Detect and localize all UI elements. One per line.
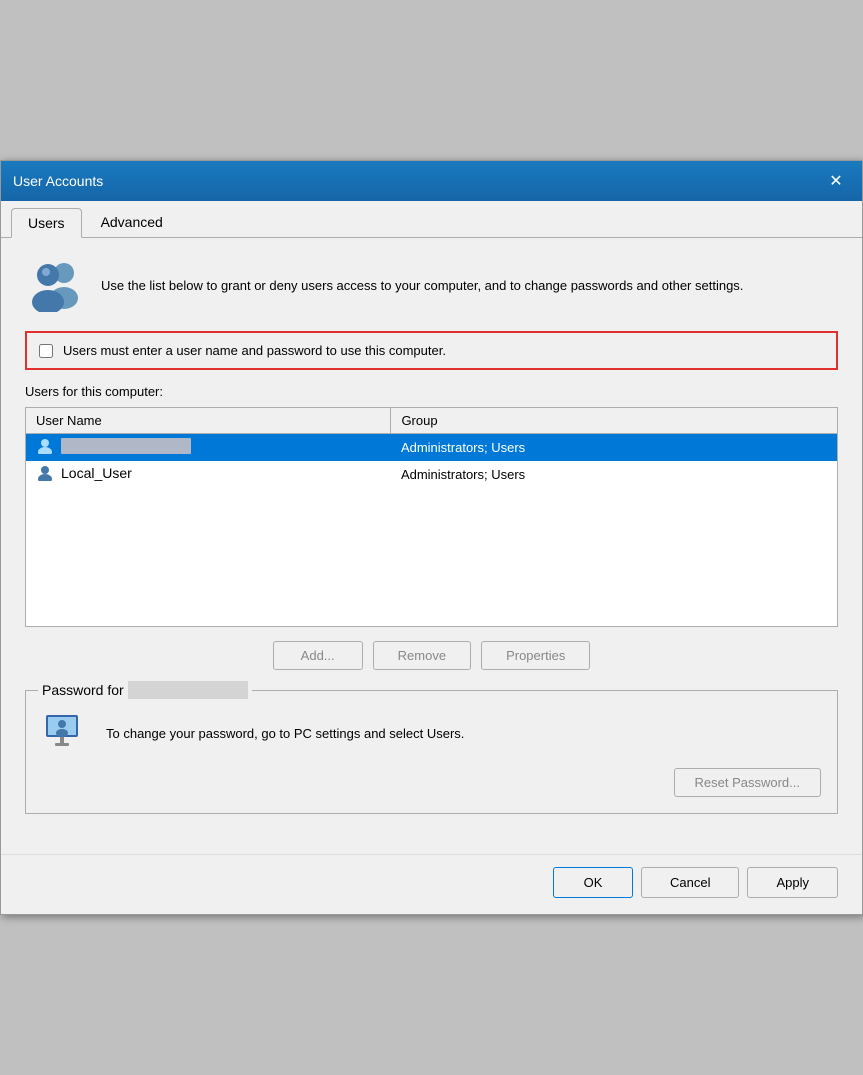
checkbox-label[interactable]: Users must enter a user name and passwor… bbox=[63, 343, 446, 358]
username-cell bbox=[26, 434, 391, 462]
users-graphic bbox=[26, 260, 84, 312]
table-row-empty bbox=[26, 536, 837, 560]
password-label-prefix: Password for bbox=[42, 682, 124, 698]
description-area: Use the list below to grant or deny user… bbox=[25, 258, 838, 313]
table-row-empty bbox=[26, 488, 837, 512]
col-username: User Name bbox=[26, 408, 391, 434]
password-description-text: To change your password, go to PC settin… bbox=[106, 724, 464, 744]
username-text: Local_User bbox=[61, 465, 132, 481]
table-row-empty bbox=[26, 560, 837, 584]
properties-button[interactable]: Properties bbox=[481, 641, 590, 670]
table-row-empty bbox=[26, 584, 837, 608]
table-row[interactable]: Administrators; Users bbox=[26, 434, 837, 462]
hidden-username bbox=[61, 438, 191, 454]
row-user-icon bbox=[36, 465, 54, 481]
users-table: User Name Group bbox=[26, 408, 837, 608]
tab-bar: Users Advanced bbox=[1, 201, 862, 238]
user-action-buttons: Add... Remove Properties bbox=[25, 641, 838, 670]
remove-button[interactable]: Remove bbox=[373, 641, 471, 670]
checkbox-container: Users must enter a user name and passwor… bbox=[25, 331, 838, 370]
window-title: User Accounts bbox=[13, 173, 103, 189]
col-group: Group bbox=[391, 408, 837, 434]
apply-button[interactable]: Apply bbox=[747, 867, 838, 898]
group-cell: Administrators; Users bbox=[391, 434, 837, 462]
description-text: Use the list below to grant or deny user… bbox=[101, 276, 743, 296]
password-legend: Password for bbox=[38, 681, 252, 699]
password-username-hidden bbox=[128, 681, 248, 699]
must-enter-checkbox[interactable] bbox=[39, 344, 53, 358]
password-content: To change your password, go to PC settin… bbox=[42, 711, 821, 756]
password-section: Password for bbox=[25, 690, 838, 814]
group-cell: Administrators; Users bbox=[391, 461, 837, 488]
users-table-wrapper: User Name Group bbox=[25, 407, 838, 627]
reset-password-row: Reset Password... bbox=[42, 768, 821, 797]
row-user-icon bbox=[36, 438, 54, 454]
reset-password-button[interactable]: Reset Password... bbox=[674, 768, 822, 797]
footer: OK Cancel Apply bbox=[1, 854, 862, 914]
table-row[interactable]: Local_User Administrators; Users bbox=[26, 461, 837, 488]
tab-advanced[interactable]: Advanced bbox=[84, 207, 180, 237]
user-accounts-window: User Accounts ✕ Users Advanced bbox=[0, 160, 863, 915]
add-button[interactable]: Add... bbox=[273, 641, 363, 670]
users-icon bbox=[25, 258, 85, 313]
tab-users[interactable]: Users bbox=[11, 208, 82, 238]
ok-button[interactable]: OK bbox=[553, 867, 633, 898]
main-content: Use the list below to grant or deny user… bbox=[1, 238, 862, 854]
username-cell: Local_User bbox=[26, 461, 391, 488]
users-section-label: Users for this computer: bbox=[25, 384, 838, 399]
title-bar: User Accounts ✕ bbox=[1, 161, 862, 201]
close-button[interactable]: ✕ bbox=[822, 167, 850, 195]
pc-settings-graphic bbox=[42, 711, 88, 753]
cancel-button[interactable]: Cancel bbox=[641, 867, 739, 898]
table-row-empty bbox=[26, 512, 837, 536]
pc-settings-icon bbox=[42, 711, 92, 756]
